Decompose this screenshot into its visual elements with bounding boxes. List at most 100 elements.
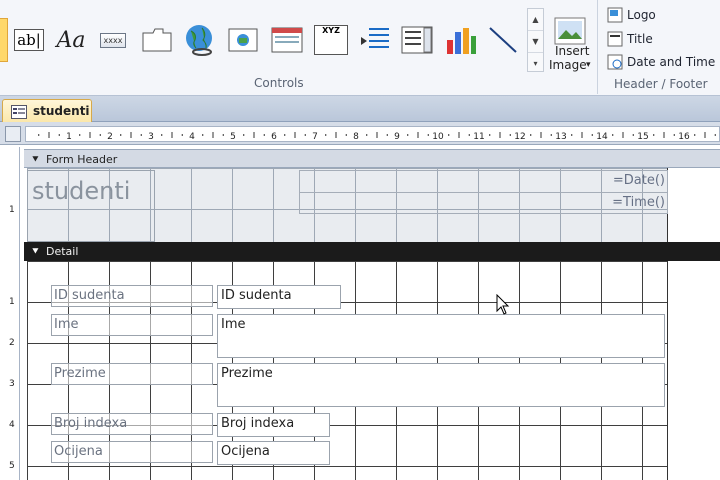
ruler-tick (489, 134, 491, 136)
line-tool[interactable] (484, 18, 522, 62)
ruler-tick (417, 132, 419, 138)
image-icon (554, 17, 586, 45)
select-tool[interactable] (0, 18, 8, 62)
field-label-ocijena[interactable]: Ocijena (51, 441, 213, 463)
date-field: =Date() (612, 173, 665, 188)
vruler-mark: 4 (9, 420, 15, 430)
ruler-tick (622, 132, 624, 138)
textbox-broj-indexa[interactable]: Broj indexa (217, 413, 330, 437)
ruler-tick (212, 132, 214, 138)
ruler-tick (253, 132, 255, 138)
ruler-tick (79, 134, 81, 136)
ruler-tick (130, 132, 132, 138)
ruler-tick (530, 134, 532, 136)
option-group-tool[interactable]: XYZ (312, 18, 350, 62)
textbox-prezime[interactable]: Prezime (217, 363, 665, 407)
ruler-mark: 10 (432, 132, 444, 142)
controls-scroll[interactable]: ▲ ▼ ▾ (527, 8, 544, 72)
ruler-mark: 4 (189, 132, 195, 142)
chart-tool[interactable] (442, 18, 480, 62)
scroll-up-icon[interactable]: ▲ (528, 9, 543, 31)
ruler-tick (714, 134, 716, 136)
ruler-tick (376, 132, 378, 138)
more-icon[interactable]: ▾ (528, 53, 543, 74)
ruler-mark: 11 (473, 132, 484, 142)
page-break-tool[interactable] (356, 18, 394, 62)
textbox-id[interactable]: ID sudenta (217, 285, 341, 309)
ruler-tick (571, 134, 573, 136)
document-tab-label: studenti (33, 104, 90, 118)
ruler-tick (181, 134, 183, 136)
controls-group: ab| Aa xxxx XYZ ▲ ▼ ▾ Insert Image ▾ Con… (0, 0, 598, 94)
field-label-prezime[interactable]: Prezime (51, 363, 213, 385)
form-header-section-bar[interactable]: ⯆ Form Header (24, 149, 720, 168)
scroll-down-icon[interactable]: ▼ (528, 31, 543, 53)
list-box-tool[interactable] (398, 18, 436, 62)
globe-icon (186, 25, 212, 56)
textbox-tool[interactable]: ab| (10, 18, 48, 62)
logo-button[interactable]: Logo (607, 7, 656, 23)
button-icon: xxxx (99, 32, 127, 48)
ruler-tick (673, 134, 675, 136)
document-tab-studenti[interactable]: studenti (2, 99, 92, 123)
ruler-tick (407, 134, 409, 136)
vruler-mark: 2 (9, 338, 15, 348)
label-tool[interactable]: Aa (52, 18, 90, 62)
detail-section-bar[interactable]: ⯆ Detail (24, 242, 720, 261)
field-label-broj-indexa[interactable]: Broj indexa (51, 413, 213, 435)
ruler-mark: 16 (678, 132, 690, 142)
ruler-tick (89, 132, 91, 138)
ruler-mark: 5 (230, 132, 236, 142)
insert-image-dropdown-icon[interactable]: ▾ (586, 60, 591, 70)
form-selector[interactable] (5, 126, 21, 142)
detail-label: Detail (46, 245, 79, 258)
field-label-id[interactable]: ID sudenta (51, 285, 213, 307)
tab-control-tool[interactable] (138, 18, 176, 62)
horizontal-ruler[interactable]: 1 2 3 4 5 6 7 8 9 10 11 12 13 14 15 16 (25, 126, 720, 142)
document-tab-bar (0, 96, 720, 122)
field-label-ime[interactable]: Ime (51, 314, 213, 336)
textbox-ocijena[interactable]: Ocijena (217, 441, 330, 465)
section-arrow-icon: ⯆ (31, 153, 40, 166)
vruler-mark: 1 (9, 205, 15, 215)
ruler-tick (38, 134, 40, 136)
ruler-tick (99, 134, 101, 136)
ruler-mark: 9 (394, 132, 400, 142)
vertical-ruler[interactable]: 1 1 2 3 4 5 (5, 147, 20, 480)
page-break-icon (361, 28, 389, 48)
list-box-icon (401, 26, 433, 54)
form-title-label: studenti (32, 177, 131, 205)
time-field: =Time() (612, 195, 665, 210)
title-icon (607, 31, 623, 47)
navigation-tool[interactable] (268, 18, 306, 62)
ruler-ticks: 1 2 3 4 5 6 7 8 9 10 11 12 13 14 15 16 (38, 132, 716, 142)
form-icon (11, 105, 27, 119)
textbox-ime[interactable]: Ime (217, 314, 665, 358)
ruler-tick (222, 134, 224, 136)
ruler-tick (345, 134, 347, 136)
ruler-tick (499, 132, 501, 138)
ruler-tick (171, 132, 173, 138)
vruler-mark: 3 (9, 379, 15, 389)
ruler-tick (509, 134, 511, 136)
title-button[interactable]: Title (607, 31, 653, 47)
line-icon (489, 27, 517, 53)
ruler-tick (202, 134, 204, 136)
title-label-box[interactable]: studenti (27, 170, 155, 242)
date-time-button[interactable]: Date and Time (607, 54, 715, 70)
logo-icon (607, 7, 623, 23)
date-time-label: Date and Time (627, 55, 716, 69)
label-icon: Aa (56, 27, 86, 53)
date-time-box[interactable]: =Date() =Time() (299, 170, 668, 214)
controls-group-label: Controls (254, 76, 304, 90)
insert-image-label-1: Insert (555, 44, 590, 58)
hyperlink-tool[interactable] (180, 18, 218, 62)
ruler-tick (468, 134, 470, 136)
button-tool[interactable]: xxxx (94, 18, 132, 62)
vruler-mark: 5 (9, 461, 15, 471)
option-group-icon: XYZ (314, 25, 348, 55)
ruler-tick (325, 134, 327, 136)
textbox-icon: ab| (14, 29, 44, 51)
web-browser-tool[interactable] (224, 18, 262, 62)
ruler-mark: 15 (637, 132, 648, 142)
